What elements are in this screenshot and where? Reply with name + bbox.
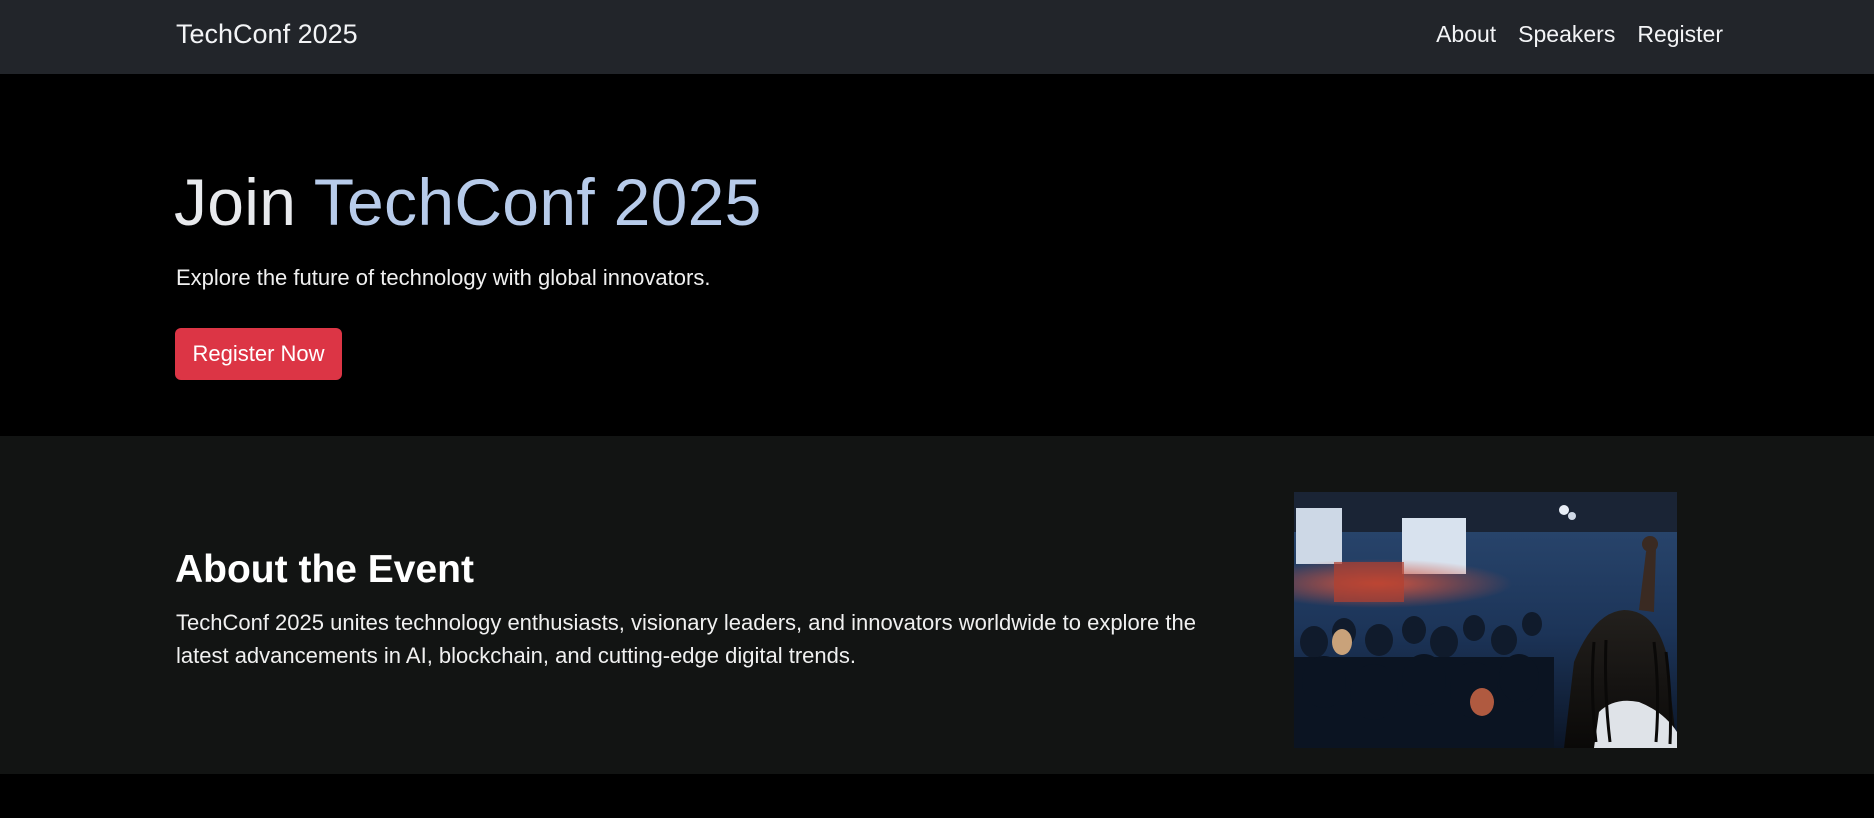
hero-subtitle: Explore the future of technology with gl…	[176, 265, 711, 290]
hero-title: Join TechConf 2025	[174, 164, 762, 240]
hero-title-lead: Join	[174, 165, 297, 239]
footer-strip	[0, 774, 1874, 818]
hero-section: Join TechConf 2025 Explore the future of…	[0, 74, 1874, 436]
about-description: TechConf 2025 unites technology enthusia…	[176, 610, 1196, 668]
top-navbar: TechConf 2025 About Speakers Register	[0, 0, 1874, 74]
nav-link-speakers[interactable]: Speakers	[1518, 21, 1615, 48]
register-now-button[interactable]: Register Now	[175, 328, 342, 380]
about-title: About the Event	[175, 548, 474, 591]
nav-link-about[interactable]: About	[1436, 21, 1496, 48]
conference-audience-photo	[1294, 492, 1677, 748]
nav-link-register[interactable]: Register	[1637, 21, 1723, 48]
hero-title-accent: TechConf 2025	[313, 165, 762, 239]
about-section: About the Event TechConf 2025 unites tec…	[0, 436, 1874, 774]
brand-link[interactable]: TechConf 2025	[176, 19, 358, 50]
nav-links: About Speakers Register	[1436, 21, 1723, 48]
